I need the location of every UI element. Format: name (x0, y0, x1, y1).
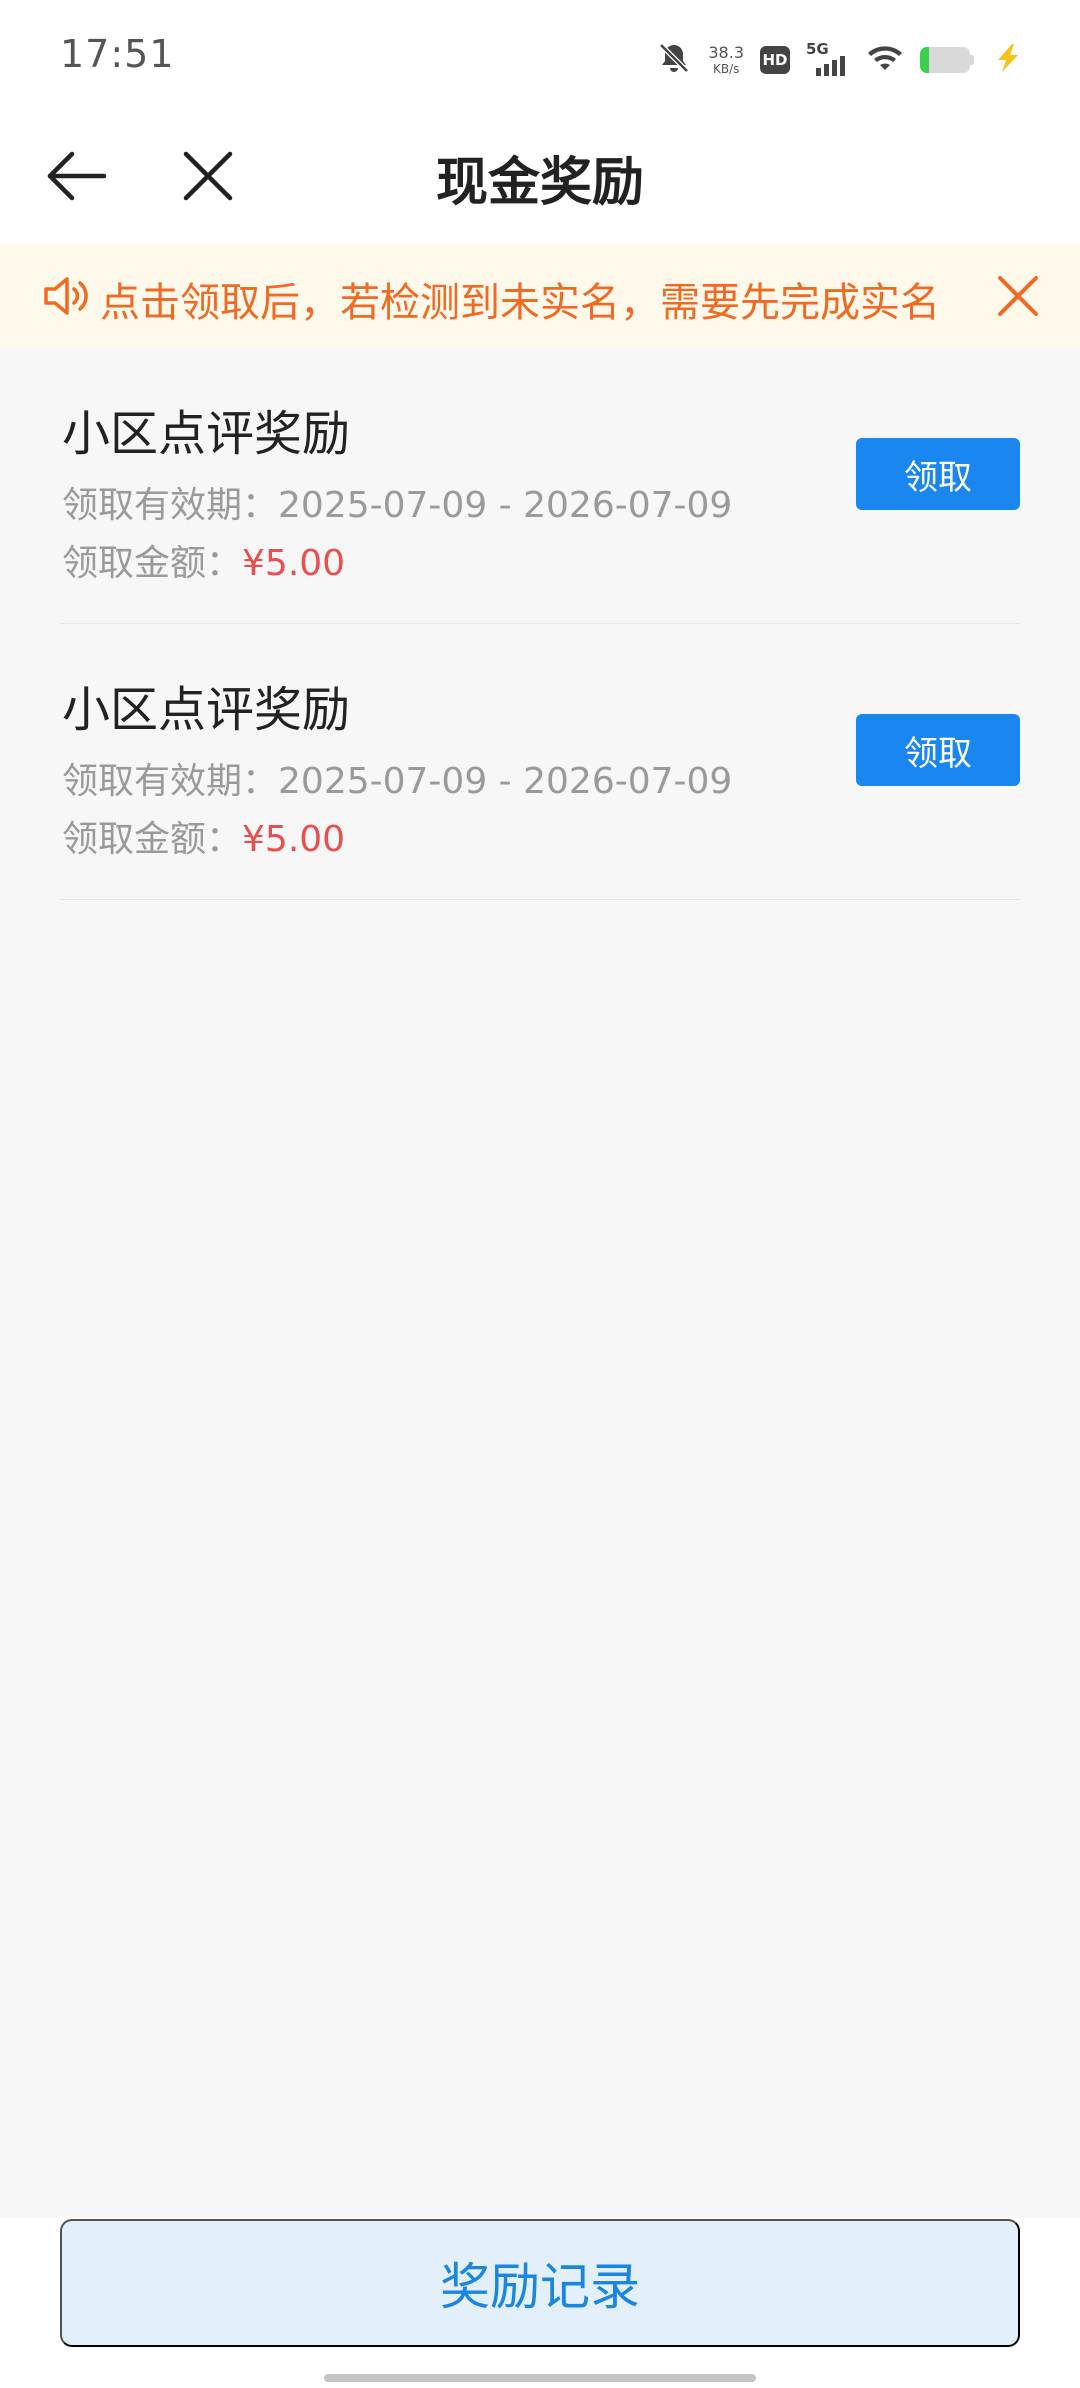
speaker-icon (42, 272, 94, 320)
amount-label: 领取金额： (62, 543, 243, 584)
nav-bar: 现金奖励 (0, 116, 1080, 244)
status-icons: 38.3 KB/s HD 5G (656, 38, 1022, 82)
amount-label: 领取金额： (62, 819, 243, 860)
reward-records-button[interactable]: 奖励记录 (60, 2219, 1020, 2347)
status-bar: 17:51 38.3 KB/s HD 5G (0, 0, 1080, 116)
reward-list: 小区点评奖励 领取有效期：2025-07-09 - 2026-07-09 领取金… (60, 348, 1020, 900)
reward-title: 小区点评奖励 (62, 682, 351, 738)
signal-5g-icon: 5G (806, 40, 850, 78)
reward-title: 小区点评奖励 (62, 406, 351, 462)
validity-value: 2025-07-09 - 2026-07-09 (278, 485, 733, 526)
amount-value: ¥5.00 (242, 543, 346, 584)
reward-amount: 领取金额：¥5.00 (62, 534, 345, 586)
claim-button[interactable]: 领取 (856, 714, 1020, 786)
reward-validity: 领取有效期：2025-07-09 - 2026-07-09 (62, 476, 732, 528)
amount-value: ¥5.00 (242, 819, 346, 860)
status-time: 17:51 (60, 32, 175, 76)
net-speed: 38.3 KB/s (708, 43, 744, 76)
mute-bell-icon (656, 40, 692, 80)
validity-value: 2025-07-09 - 2026-07-09 (278, 761, 733, 802)
battery-icon (920, 47, 974, 73)
validity-label: 领取有效期： (62, 485, 279, 526)
hd-icon: HD (760, 46, 790, 74)
net-speed-unit: KB/s (712, 62, 740, 76)
notice-close-icon[interactable] (992, 270, 1044, 322)
reward-item: 小区点评奖励 领取有效期：2025-07-09 - 2026-07-09 领取金… (60, 624, 1020, 900)
claim-button[interactable]: 领取 (856, 438, 1020, 510)
home-indicator[interactable] (324, 2374, 756, 2382)
reward-validity: 领取有效期：2025-07-09 - 2026-07-09 (62, 752, 732, 804)
validity-label: 领取有效期： (62, 761, 279, 802)
reward-amount: 领取金额：¥5.00 (62, 810, 345, 862)
net-speed-value: 38.3 (708, 43, 744, 62)
wifi-icon (866, 42, 904, 78)
charging-bolt-icon (994, 43, 1022, 77)
notice-text: 点击领取后，若检测到未实名，需要先完成实名 (100, 280, 940, 326)
reward-item: 小区点评奖励 领取有效期：2025-07-09 - 2026-07-09 领取金… (60, 348, 1020, 624)
notice-banner: 点击领取后，若检测到未实名，需要先完成实名 (0, 244, 1080, 348)
page-title: 现金奖励 (435, 153, 644, 213)
page: 17:51 38.3 KB/s HD 5G 现金奖励 点击领取后，若检测到未实名… (0, 0, 1080, 2388)
